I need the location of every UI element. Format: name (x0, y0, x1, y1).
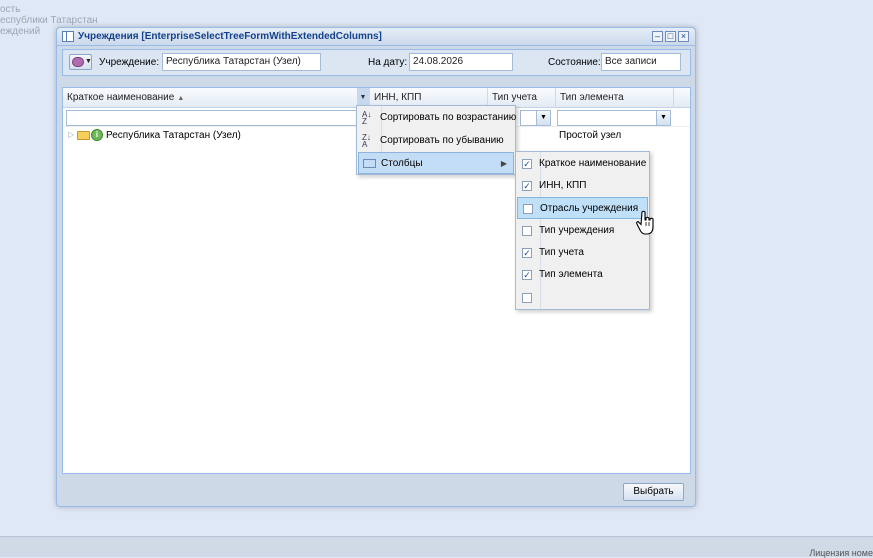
column-toggle-unnamed[interactable] (517, 287, 648, 309)
folder-icon (77, 131, 90, 140)
column-toggle-account-type[interactable]: ✓ Тип учета (517, 242, 648, 264)
checkbox[interactable]: ✓ (522, 270, 532, 280)
column-header-label: ИНН, КПП (374, 92, 422, 103)
institution-label: Учреждение: (99, 57, 160, 68)
background-line-2: еспублики Татарстан (0, 15, 98, 26)
column-toggle-element-type[interactable]: ✓ Тип элемента (517, 264, 648, 286)
checkbox[interactable]: ✓ (522, 181, 532, 191)
menu-item-label: Сортировать по возрастанию (380, 112, 517, 123)
column-toggle-inn-kpp[interactable]: ✓ ИНН, КПП (517, 175, 648, 197)
checkbox[interactable]: ✓ (522, 159, 532, 169)
institution-field[interactable]: Республика Татарстан (Узел) (162, 53, 321, 71)
checkbox[interactable] (523, 204, 533, 214)
column-menu: A↓ Z Сортировать по возрастанию Z↓ A Сорти… (356, 105, 516, 175)
row-short-name: Республика Татарстан (Узел) (106, 130, 241, 141)
info-icon: i (91, 129, 103, 141)
column-header-element-type[interactable]: Тип элемента (556, 88, 674, 108)
sort-desc-icon: Z↓ A (362, 133, 371, 149)
checkbox[interactable]: ✓ (522, 248, 532, 258)
short-name-filter-input[interactable] (66, 110, 366, 126)
menu-item-label: Сортировать по убыванию (380, 135, 504, 146)
sort-asc-icon: A↓ Z (362, 110, 372, 126)
element-type-filter-select[interactable]: ▼ (557, 110, 671, 126)
columns-icon (363, 159, 376, 168)
filter-toolbar: ▼ Учреждение: Республика Татарстан (Узел… (62, 49, 691, 76)
menu-item-label: ИНН, КПП (539, 180, 587, 191)
select-button[interactable]: Выбрать (623, 483, 684, 501)
menu-item-label: Тип учреждения (539, 225, 615, 236)
column-toggle-short-name[interactable]: ✓ Краткое наименование (517, 153, 648, 175)
menu-item-label: Тип учета (539, 247, 584, 258)
actions-menu-button[interactable]: ▼ (69, 54, 92, 70)
minimize-button[interactable]: – (652, 31, 663, 42)
hand-cursor-icon (636, 210, 654, 235)
menu-item-label: Тип элемента (539, 269, 603, 280)
background-line-1: ость (0, 4, 21, 15)
column-header-label: Тип учета (492, 92, 537, 103)
submenu-arrow-icon: ▶ (500, 159, 507, 168)
window-header[interactable]: Учреждения [EnterpriseSelectTreeFormWith… (57, 28, 695, 46)
status-bar: Лицензия номер: 0000 (0, 536, 873, 558)
menu-item-label: Отрасль учреждения (540, 203, 639, 214)
chevron-down-icon: ▼ (536, 111, 550, 125)
checkbox[interactable] (522, 226, 532, 236)
chevron-down-icon: ▼ (85, 58, 92, 65)
menu-item-sort-desc[interactable]: Z↓ A Сортировать по убыванию (358, 130, 514, 152)
chevron-down-icon: ▼ (656, 111, 670, 125)
maximize-button[interactable]: □ (665, 31, 676, 42)
column-toggle-industry[interactable]: Отрасль учреждения (517, 197, 648, 219)
account-type-filter-select[interactable]: ▼ (520, 110, 551, 126)
column-toggle-institution-type[interactable]: Тип учреждения (517, 220, 648, 242)
column-header-label: Тип элемента (560, 92, 624, 103)
columns-submenu: ✓ Краткое наименование ✓ ИНН, КПП Отрасл… (515, 151, 650, 310)
expand-icon[interactable]: ▷ (68, 130, 74, 139)
window-icon (62, 31, 74, 42)
menu-item-sort-asc[interactable]: A↓ Z Сортировать по возрастанию (358, 107, 517, 129)
date-field[interactable]: 24.08.2026 (409, 53, 513, 71)
state-label: Состояние: (548, 57, 601, 68)
state-field[interactable]: Все записи (601, 53, 681, 71)
checkbox[interactable] (522, 293, 532, 303)
sort-asc-icon: ▲ (177, 95, 185, 102)
date-label: На дату: (368, 57, 408, 68)
menu-item-columns[interactable]: Столбцы ▶ (358, 152, 514, 174)
column-header-short-name[interactable]: Краткое наименование ▲ ▼ (63, 88, 370, 108)
menu-item-label: Столбцы (381, 158, 423, 169)
row-element-type: Простой узел (559, 130, 622, 141)
window-title: Учреждения [EnterpriseSelectTreeFormWith… (78, 31, 382, 42)
menu-item-label: Краткое наименование (539, 158, 647, 169)
column-header-label: Краткое наименование (67, 92, 175, 103)
gear-icon (72, 57, 84, 67)
close-button[interactable]: × (678, 31, 689, 42)
